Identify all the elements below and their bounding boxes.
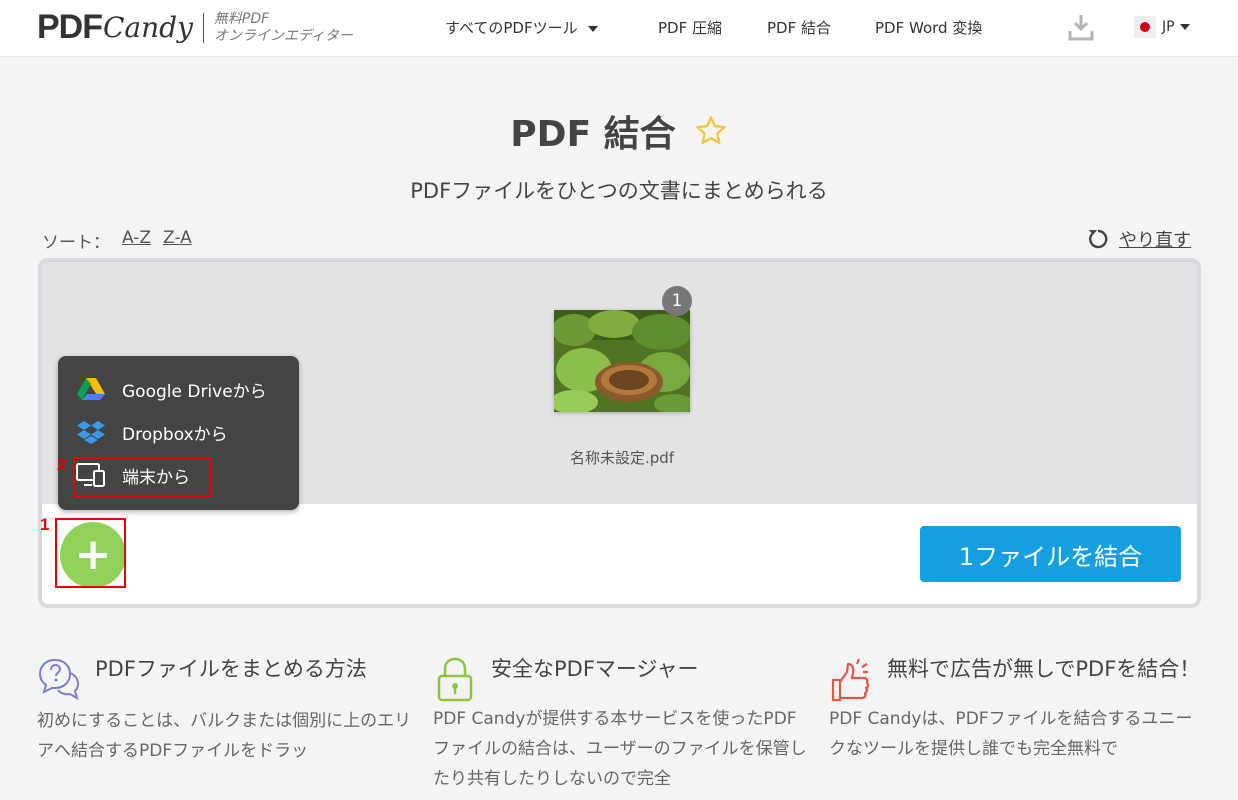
page-subtitle: PDFファイルをひとつの文書にまとめられる — [410, 179, 828, 203]
language-selector[interactable]: JP — [1134, 16, 1190, 38]
sort-az-link[interactable]: A-Z — [122, 228, 151, 253]
annotation-box-device — [73, 457, 212, 497]
menu-item-dropbox-label: Dropboxから — [122, 424, 228, 445]
combine-files-button[interactable]: 1ファイルを結合 — [920, 526, 1181, 582]
info-title-secure: 安全なPDFマージャー — [491, 657, 699, 681]
info-body-secure: PDF Candyが提供する本サービスを使ったPDFファイルの結合は、ユーザーの… — [433, 709, 807, 789]
info-column-how-to: PDFファイルをまとめる方法 初めにすることは、バルクまたは個別に上のエリアへ結… — [37, 650, 415, 766]
info-body-how-to: 初めにすることは、バルクまたは個別に上のエリアへ結合するPDFファイルをドラッ — [37, 711, 412, 761]
logo-candy-text: Candy — [103, 11, 193, 44]
logo-tagline-line2: オンラインエディター — [213, 27, 353, 44]
nav-word-convert[interactable]: PDF Word 変換 — [875, 17, 982, 38]
japan-flag-icon — [1134, 16, 1156, 38]
sort-controls: ソート： A-Z Z-A — [42, 228, 192, 253]
star-icon[interactable] — [694, 114, 728, 148]
redo-control[interactable]: やり直す — [1087, 226, 1191, 252]
plant-image-icon — [554, 310, 690, 412]
logo-pdf-text: PDF — [37, 8, 103, 46]
info-body-free: PDF Candyは、PDFファイルを結合するユニークなツールを提供し誰でも完全… — [829, 709, 1193, 759]
redo-icon — [1089, 229, 1108, 249]
sort-za-link[interactable]: Z-A — [163, 228, 192, 253]
annotation-number-1: 1 — [40, 515, 50, 534]
top-header: PDF Candy 無料PDF オンラインエディター すべてのPDFツール PD… — [0, 0, 1238, 57]
info-column-secure: 安全なPDFマージャー PDF Candyが提供する本サービスを使ったPDFファ… — [433, 650, 809, 794]
page-title: PDF 結合 — [510, 114, 676, 155]
nav-all-tools[interactable]: すべてのPDFツール — [445, 17, 598, 38]
logo[interactable]: PDF Candy 無料PDF オンラインエディター — [37, 8, 353, 47]
nav-compress[interactable]: PDF 圧縮 — [658, 17, 722, 38]
file-thumbnail[interactable] — [554, 310, 690, 412]
chevron-down-icon — [587, 25, 598, 32]
language-label: JP — [1162, 19, 1175, 35]
info-column-free: 無料で広告が無しでPDFを結合！ PDF Candyは、PDFファイルを結合する… — [829, 650, 1205, 764]
menu-item-google-drive[interactable]: Google Driveから — [76, 376, 267, 402]
dropbox-icon — [77, 421, 105, 444]
action-bar: + 1ファイルを結合 — [42, 504, 1197, 604]
menu-item-dropbox[interactable]: Dropboxから — [76, 419, 228, 445]
info-title-free: 無料で広告が無しでPDFを結合！ — [887, 657, 1201, 681]
info-title-how-to: PDFファイルをまとめる方法 — [95, 657, 367, 681]
menu-item-google-drive-label: Google Driveから — [122, 381, 267, 402]
chevron-down-icon — [1179, 24, 1190, 30]
sort-label: ソート： — [42, 233, 110, 253]
question-chat-icon — [38, 658, 80, 701]
thumbs-up-icon — [831, 658, 870, 702]
nav-merge[interactable]: PDF 結合 — [767, 17, 831, 38]
download-icon[interactable] — [1068, 13, 1094, 41]
file-number-badge: 1 — [662, 286, 692, 316]
lock-icon — [437, 657, 473, 702]
annotation-box-add — [55, 518, 126, 588]
logo-divider — [202, 12, 204, 43]
redo-link: やり直す — [1119, 230, 1191, 251]
annotation-number-2: 2 — [57, 455, 67, 474]
google-drive-icon — [77, 378, 105, 400]
file-name: 名称未設定.pdf — [569, 449, 675, 467]
logo-tagline: 無料PDF オンラインエディター — [214, 11, 353, 45]
page-title-row: PDF 結合 — [0, 105, 1238, 157]
nav-all-tools-label: すべてのPDFツール — [445, 19, 578, 37]
logo-tagline-line1: 無料PDF — [213, 10, 270, 27]
